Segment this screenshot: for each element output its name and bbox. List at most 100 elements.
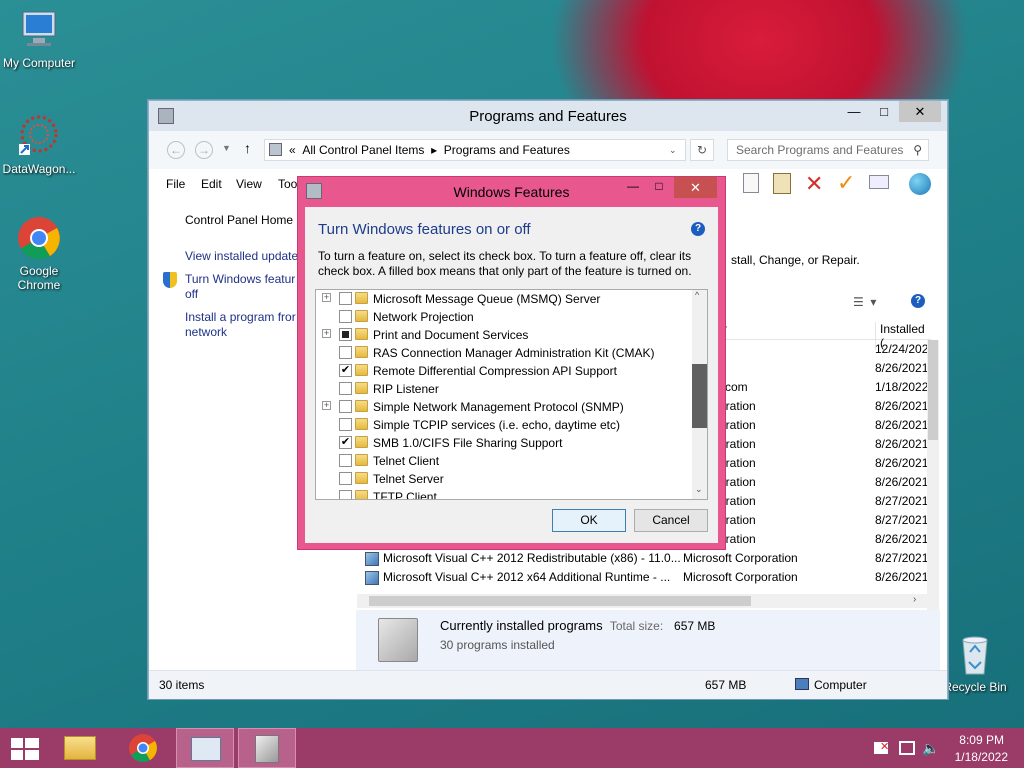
breadcrumb-programs-and-features[interactable]: Programs and Features [444,143,570,157]
dialog-minimize-button[interactable]: — [620,179,646,193]
toolbar-globe-icon[interactable] [909,173,931,195]
turn-windows-features-link[interactable]: Turn Windows featur [185,272,295,286]
feature-item[interactable]: + Microsoft Message Queue (MSMQ) Server [316,290,694,308]
install-from-network-link-line2[interactable]: network [185,325,227,339]
recent-pages-chevron-icon[interactable]: ▼ [222,143,231,153]
feature-item[interactable]: + Print and Document Services [316,326,694,344]
feature-checkbox[interactable] [339,346,352,359]
install-from-network-link[interactable]: Install a program fror [185,310,296,324]
folder-icon [355,418,368,430]
scroll-up-arrow-icon[interactable]: ^ [695,290,699,300]
dialog-maximize-button[interactable]: □ [646,179,672,193]
feature-item[interactable]: + Simple Network Management Protocol (SNM… [316,398,694,416]
back-button[interactable]: ← [167,141,185,159]
desktop-icon-datawagon[interactable]: DataWagon... [0,114,81,176]
address-dropdown-chevron-icon[interactable]: ⌄ [669,140,677,160]
start-button[interactable] [0,728,58,768]
toolbar-check-icon[interactable]: ✓ [837,170,855,196]
view-installed-updates-link[interactable]: View installed update [185,249,298,263]
desktop-icon-my-computer[interactable]: My Computer [0,8,81,70]
feature-item[interactable]: RAS Connection Manager Administration Ki… [316,344,694,362]
expand-icon[interactable]: + [322,293,331,302]
up-button[interactable]: ↑ [244,140,251,156]
clock-date[interactable]: 1/18/2022 [948,750,1008,764]
ok-button[interactable]: OK [552,509,626,532]
table-row[interactable]: Microsoft Visual C++ 2012 x64 Additional… [357,568,939,587]
toolbar-delete-icon[interactable]: ✕ [805,171,823,197]
feature-label: Simple TCPIP services (i.e. echo, daytim… [373,418,620,432]
feature-checkbox[interactable] [339,328,352,341]
address-bar[interactable]: « All Control Panel Items ▸ Programs and… [264,139,686,161]
help-icon[interactable]: ? [911,294,925,308]
expand-icon[interactable]: + [322,401,331,410]
chrome-icon [129,734,157,762]
feature-item[interactable]: ✔ Remote Differential Compression API Sup… [316,362,694,380]
feature-checkbox[interactable]: ✔ [339,364,352,377]
taskbar-programs-and-features[interactable] [238,728,296,768]
volume-muted-icon[interactable]: 🔈 [922,740,939,757]
feature-checkbox[interactable] [339,418,352,431]
feature-item[interactable]: Telnet Client [316,452,694,470]
dialog-close-button[interactable]: ✕ [674,177,717,198]
desktop-icon-chrome[interactable]: Google Chrome [0,216,81,292]
dialog-help-icon[interactable]: ? [691,222,705,236]
forward-button[interactable]: → [195,141,213,159]
toolbar-copy-icon[interactable] [743,173,759,193]
control-panel-home-link[interactable]: Control Panel Home [185,213,293,227]
cancel-button[interactable]: Cancel [634,509,708,532]
menu-view[interactable]: View [236,177,262,191]
window-titlebar[interactable]: Programs and Features — □ ✕ [149,101,947,131]
feature-item[interactable]: TFTP Client [316,488,694,499]
feature-checkbox[interactable] [339,310,352,323]
refresh-button[interactable]: ↻ [690,139,714,161]
feature-item[interactable]: ✔ SMB 1.0/CIFS File Sharing Support [316,434,694,452]
taskbar-file-explorer[interactable] [52,728,110,768]
feature-checkbox[interactable] [339,454,352,467]
computer-icon [17,8,61,52]
network-icon[interactable] [899,741,915,755]
taskbar-chrome[interactable] [114,728,172,768]
toolbar-paste-icon[interactable] [773,173,791,194]
minimize-button[interactable]: — [839,101,869,122]
feature-checkbox[interactable]: ✔ [339,436,352,449]
scroll-down-arrow-icon[interactable]: ⌄ [695,484,703,495]
horizontal-scrollbar[interactable]: › [357,594,927,608]
view-options-icon[interactable]: ☰ ▾ [853,295,876,309]
feature-checkbox[interactable] [339,490,352,499]
feature-checkbox[interactable] [339,472,352,485]
feature-checkbox[interactable] [339,292,352,305]
table-row[interactable]: Microsoft Visual C++ 2012 Redistributabl… [357,549,939,568]
scroll-right-arrow-icon[interactable]: › [913,594,916,605]
feature-label: Simple Network Management Protocol (SNMP… [373,400,624,414]
turn-windows-features-link-line2[interactable]: off [185,287,198,301]
program-installed-on: 8/26/2021 [875,437,929,451]
menu-tools[interactable]: Too [278,177,297,191]
search-input[interactable]: Search Programs and Features ⚲ [727,139,929,161]
clock-time[interactable]: 8:09 PM [958,733,1004,747]
feature-checkbox[interactable] [339,382,352,395]
vertical-scrollbar-thumb[interactable] [928,340,938,440]
maximize-button[interactable]: □ [869,101,899,122]
feature-item[interactable]: Telnet Server [316,470,694,488]
feature-checkbox[interactable] [339,400,352,413]
taskbar-control-panel[interactable] [176,728,234,768]
menu-file[interactable]: File [166,177,185,191]
feature-item[interactable]: Network Projection [316,308,694,326]
total-size-label: Total size: [609,619,664,633]
features-scrollbar-thumb[interactable] [692,364,707,428]
feature-item[interactable]: RIP Listener [316,380,694,398]
program-installed-on: 1/18/2022 [875,380,929,394]
feature-item[interactable]: Simple TCPIP services (i.e. echo, daytim… [316,416,694,434]
features-tree: + Microsoft Message Queue (MSMQ) Server Ne… [315,289,708,500]
details-pane: Currently installed programs Total size:… [356,610,940,670]
toolbar-properties-icon[interactable] [869,175,889,189]
desktop-icon-label: My Computer [2,56,76,70]
flag-icon[interactable]: ✕ [874,741,889,754]
breadcrumb-all-control-panel-items[interactable]: All Control Panel Items [302,143,424,157]
dialog-heading: Turn Windows features on or off [318,221,531,238]
expand-icon[interactable]: + [322,329,331,338]
menu-edit[interactable]: Edit [201,177,222,191]
horizontal-scrollbar-thumb[interactable] [369,596,751,606]
close-button[interactable]: ✕ [899,101,941,122]
features-scrollbar[interactable]: ^ ⌄ [692,290,707,499]
